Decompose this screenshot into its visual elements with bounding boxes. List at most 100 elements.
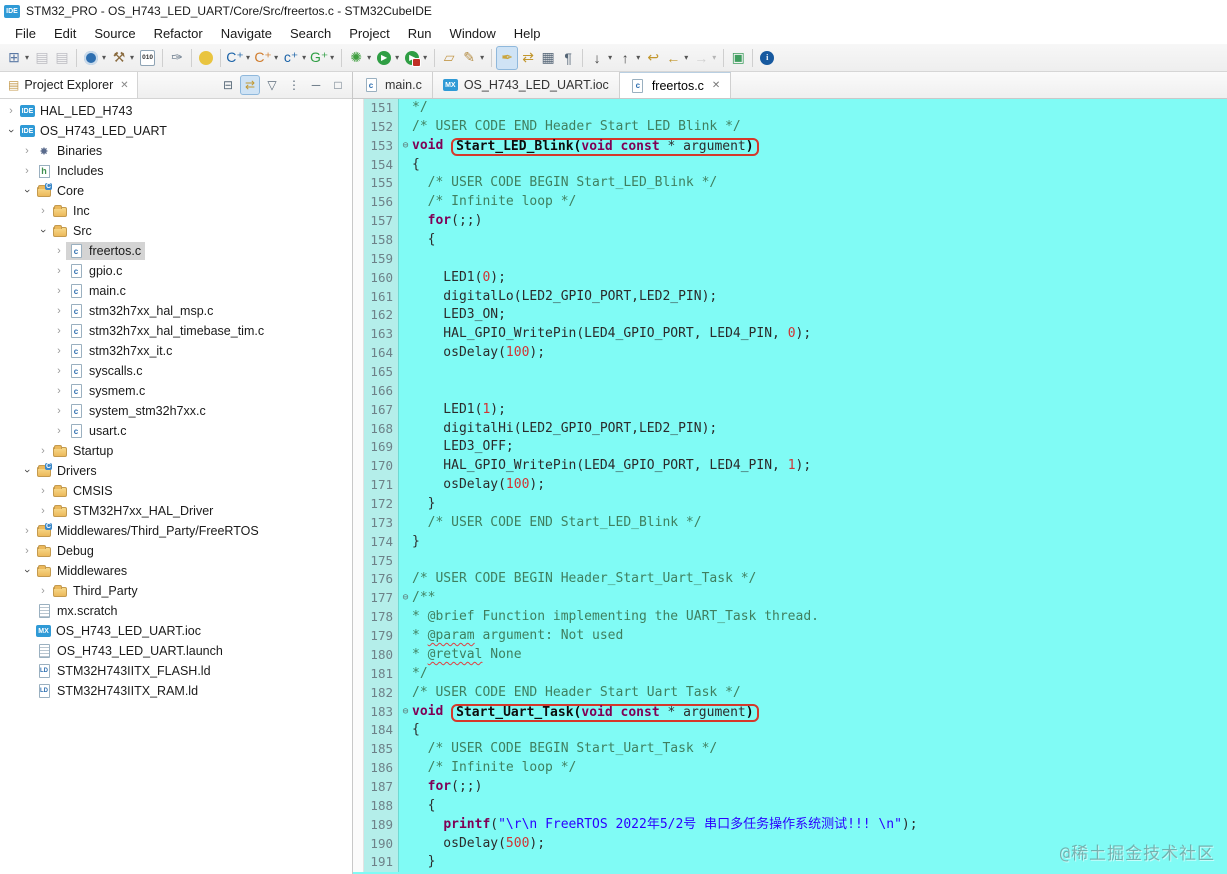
- menu-item-file[interactable]: File: [6, 25, 45, 42]
- stm32-target-icon[interactable]: ▾: [81, 46, 109, 70]
- menu-item-refactor[interactable]: Refactor: [145, 25, 212, 42]
- tree-item-includes[interactable]: › h Includes: [0, 161, 352, 181]
- dropdown-arrow-icon[interactable]: ▾: [478, 53, 486, 62]
- tree-item-os-h743-led-uart-launch[interactable]: OS_H743_LED_UART.launch: [0, 641, 352, 661]
- dropdown-arrow-icon[interactable]: ▾: [606, 53, 614, 62]
- expand-arrow-icon[interactable]: ›: [4, 105, 18, 117]
- expand-arrow-icon[interactable]: ›: [20, 545, 34, 557]
- expand-arrow-icon[interactable]: ›: [36, 485, 50, 497]
- editor-tab-os-h743-led-uart-ioc[interactable]: MX OS_H743_LED_UART.ioc: [433, 72, 620, 98]
- collapse-all-icon[interactable]: ⊟: [218, 75, 238, 95]
- tree-item-debug[interactable]: › Debug: [0, 541, 352, 561]
- fold-collapse-icon[interactable]: ⊖: [398, 136, 412, 156]
- menu-item-search[interactable]: Search: [281, 25, 340, 42]
- tree-item-gpio-c[interactable]: › c gpio.c: [0, 261, 352, 281]
- new-wizard-icon[interactable]: ⊞ ▾: [4, 46, 32, 70]
- expand-arrow-icon[interactable]: ›: [36, 585, 50, 597]
- dropdown-arrow-icon[interactable]: ▾: [421, 53, 429, 62]
- expand-arrow-icon[interactable]: ›: [52, 325, 66, 337]
- menu-item-run[interactable]: Run: [399, 25, 441, 42]
- dropdown-arrow-icon[interactable]: ▾: [682, 53, 690, 62]
- editor-tab-freertos-c[interactable]: c freertos.c ✕: [619, 72, 732, 98]
- new-codegen-icon[interactable]: G⁺ ▾: [309, 46, 337, 70]
- minimize-icon[interactable]: ─: [306, 75, 326, 95]
- tree-item-startup[interactable]: › Startup: [0, 441, 352, 461]
- fold-collapse-icon[interactable]: ⊖: [398, 589, 412, 609]
- project-explorer-tab[interactable]: ▤ Project Explorer ✕: [0, 72, 138, 98]
- dropdown-arrow-icon[interactable]: ▾: [272, 53, 280, 62]
- tree-item-middlewares-third-party-freertos[interactable]: › Middlewares/Third_Party/FreeRTOS: [0, 521, 352, 541]
- expand-arrow-icon[interactable]: ›: [36, 505, 50, 517]
- expand-arrow-icon[interactable]: ›: [20, 525, 34, 537]
- profile-run-icon[interactable]: ▶ ▾: [402, 46, 430, 70]
- tree-item-mx-scratch[interactable]: mx.scratch: [0, 601, 352, 621]
- mark-occurrences-icon[interactable]: ✒: [496, 45, 519, 70]
- view-menu-icon[interactable]: ⋮: [284, 75, 304, 95]
- tree-item-middlewares[interactable]: › Middlewares: [0, 561, 352, 581]
- block-selection-icon[interactable]: ▦: [538, 46, 558, 70]
- editor-tab-main-c[interactable]: c main.c: [353, 72, 433, 98]
- import-folder-icon[interactable]: ▱: [439, 46, 459, 70]
- link-with-editor-icon[interactable]: ⇄: [240, 75, 260, 95]
- collapse-arrow-icon[interactable]: ›: [21, 564, 33, 578]
- binary-file-icon[interactable]: 010: [137, 46, 158, 70]
- new-cpp-project-icon[interactable]: C⁺ ▾: [253, 46, 281, 70]
- expand-arrow-icon[interactable]: ›: [52, 425, 66, 437]
- expand-arrow-icon[interactable]: ›: [52, 265, 66, 277]
- tree-item-stm32h7xx-hal-msp-c[interactable]: › c stm32h7xx_hal_msp.c: [0, 301, 352, 321]
- dropdown-arrow-icon[interactable]: ▾: [244, 53, 252, 62]
- dropdown-arrow-icon[interactable]: ▾: [365, 53, 373, 62]
- tree-item-core[interactable]: › Core: [0, 181, 352, 201]
- tree-item-main-c[interactable]: › c main.c: [0, 281, 352, 301]
- tree-item-os-h743-led-uart-ioc[interactable]: MX OS_H743_LED_UART.ioc: [0, 621, 352, 641]
- menu-item-help[interactable]: Help: [505, 25, 550, 42]
- maximize-icon[interactable]: □: [328, 75, 348, 95]
- fold-collapse-icon[interactable]: ⊖: [398, 702, 412, 722]
- expand-arrow-icon[interactable]: ›: [20, 145, 34, 157]
- expand-arrow-icon[interactable]: ›: [52, 405, 66, 417]
- dropdown-arrow-icon[interactable]: ▾: [634, 53, 642, 62]
- format-brush-icon[interactable]: ✎ ▾: [459, 46, 487, 70]
- tree-item-stm32h743iitx-flash-ld[interactable]: LD STM32H743IITX_FLASH.ld: [0, 661, 352, 681]
- dropdown-arrow-icon[interactable]: ▾: [300, 53, 308, 62]
- collapse-arrow-icon[interactable]: ›: [21, 184, 33, 198]
- collapse-arrow-icon[interactable]: ›: [5, 124, 17, 138]
- filter-icon[interactable]: ▽: [262, 75, 282, 95]
- tree-item-drivers[interactable]: › Drivers: [0, 461, 352, 481]
- collapse-arrow-icon[interactable]: ›: [21, 464, 33, 478]
- menu-item-window[interactable]: Window: [441, 25, 505, 42]
- tree-item-stm32h7xx-it-c[interactable]: › c stm32h7xx_it.c: [0, 341, 352, 361]
- expand-arrow-icon[interactable]: ›: [36, 445, 50, 457]
- tree-item-third-party[interactable]: › Third_Party: [0, 581, 352, 601]
- pin-editor-icon[interactable]: ▣: [728, 46, 748, 70]
- dropdown-arrow-icon[interactable]: ▾: [393, 53, 401, 62]
- expand-arrow-icon[interactable]: ›: [20, 165, 34, 177]
- new-c-project-icon[interactable]: C⁺ ▾: [225, 46, 253, 70]
- dropdown-arrow-icon[interactable]: ▾: [23, 53, 31, 62]
- collapse-arrow-icon[interactable]: ›: [37, 224, 49, 238]
- dropdown-arrow-icon[interactable]: ▾: [100, 53, 108, 62]
- expand-arrow-icon[interactable]: ›: [52, 245, 66, 257]
- close-icon[interactable]: ✕: [120, 80, 128, 91]
- tree-item-inc[interactable]: › Inc: [0, 201, 352, 221]
- run-icon[interactable]: ▶ ▾: [374, 46, 402, 70]
- menu-item-source[interactable]: Source: [85, 25, 144, 42]
- tree-item-usart-c[interactable]: › c usart.c: [0, 421, 352, 441]
- tree-item-system-stm32h7xx-c[interactable]: › c system_stm32h7xx.c: [0, 401, 352, 421]
- tree-item-binaries[interactable]: › ✸ Binaries: [0, 141, 352, 161]
- next-annotation-icon[interactable]: ↓ ▾: [587, 46, 615, 70]
- dropdown-arrow-icon[interactable]: ▾: [328, 53, 336, 62]
- build-hammer-icon[interactable]: ⚒ ▾: [109, 46, 137, 70]
- tree-item-src[interactable]: › Src: [0, 221, 352, 241]
- menu-item-navigate[interactable]: Navigate: [212, 25, 281, 42]
- prev-annotation-icon[interactable]: ↑ ▾: [615, 46, 643, 70]
- tree-item-freertos-c[interactable]: › c freertos.c: [0, 241, 352, 261]
- tree-item-cmsis[interactable]: › CMSIS: [0, 481, 352, 501]
- last-edit-location-icon[interactable]: ↩: [643, 46, 663, 70]
- link-with-editor-icon[interactable]: ⇄: [518, 46, 538, 70]
- expand-arrow-icon[interactable]: ›: [36, 205, 50, 217]
- launch-lamp-icon[interactable]: [196, 46, 216, 70]
- tree-item-hal-led-h743[interactable]: › IDE HAL_LED_H743: [0, 101, 352, 121]
- dropdown-arrow-icon[interactable]: ▾: [710, 53, 718, 62]
- back-icon[interactable]: ← ▾: [663, 46, 691, 70]
